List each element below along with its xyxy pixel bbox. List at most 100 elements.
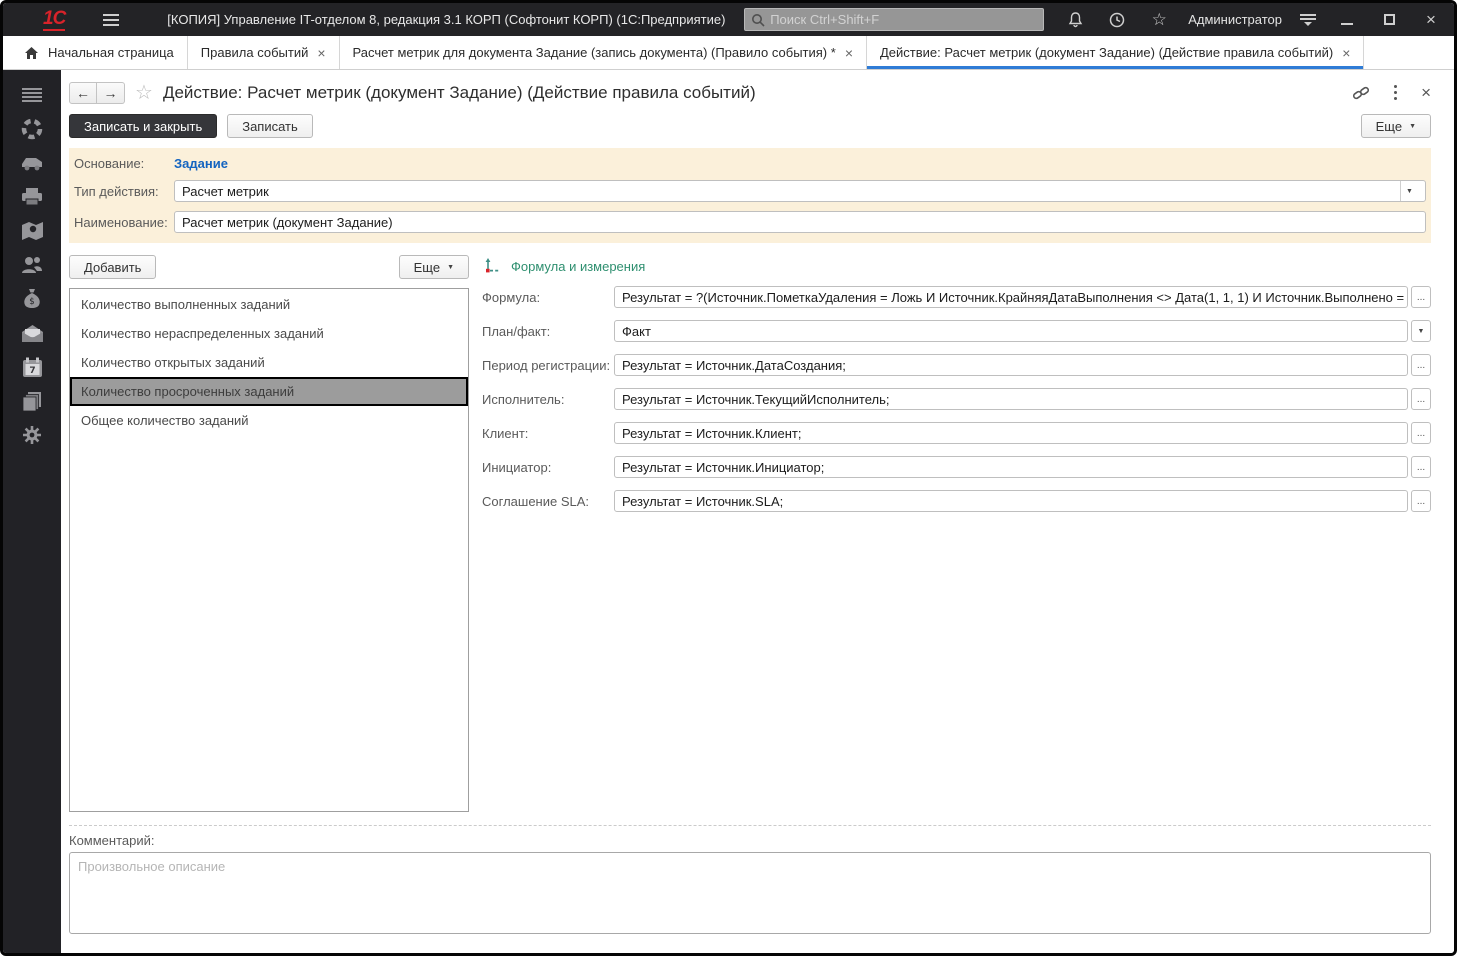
tab[interactable]: Расчет метрик для документа Задание (зап…	[340, 36, 867, 69]
forward-icon[interactable]: →	[97, 82, 125, 104]
formula-row-label: Соглашение SLA:	[482, 494, 614, 509]
tab-close-icon[interactable]: ×	[317, 46, 325, 60]
search-input[interactable]	[770, 12, 1037, 27]
formula-row-field[interactable]: Результат = Источник.Клиент;	[614, 422, 1408, 444]
chevron-down-icon: ▼	[1409, 123, 1416, 130]
ellipsis-button[interactable]: ▼	[1411, 320, 1431, 342]
window-title: [КОПИЯ] Управление IT-отделом 8, редакци…	[167, 12, 725, 27]
name-field[interactable]: Расчет метрик (документ Задание)	[174, 211, 1426, 233]
save-button[interactable]: Записать	[227, 114, 313, 138]
map-icon[interactable]	[20, 220, 44, 242]
mail-icon[interactable]	[20, 322, 44, 344]
ellipsis-button[interactable]: ...	[1411, 456, 1431, 478]
page-title: Действие: Расчет метрик (документ Задани…	[163, 83, 756, 103]
delivery-icon[interactable]	[20, 152, 44, 174]
action-type-field[interactable]: Расчет метрик ▼	[174, 180, 1426, 202]
save-and-close-button[interactable]: Записать и закрыть	[69, 114, 217, 138]
metric-list-item[interactable]: Количество выполненных заданий	[70, 290, 468, 319]
printer-icon[interactable]	[20, 186, 44, 208]
app-window: 1С [КОПИЯ] Управление IT-отделом 8, реда…	[0, 0, 1457, 956]
formula-row-label: Клиент:	[482, 426, 614, 441]
formula-row-field[interactable]: Результат = ?(Источник.ПометкаУдаления =…	[614, 286, 1408, 308]
favorite-star-icon[interactable]: ☆	[135, 80, 153, 105]
users-icon[interactable]	[20, 254, 44, 276]
tab-label: Действие: Расчет метрик (документ Задани…	[880, 45, 1333, 60]
tab[interactable]: Действие: Расчет метрик (документ Задани…	[867, 36, 1364, 69]
minimize-icon[interactable]	[1336, 9, 1358, 31]
global-search[interactable]	[744, 8, 1044, 31]
base-link[interactable]: Задание	[174, 156, 228, 171]
formula-row-field[interactable]: Факт	[614, 320, 1408, 342]
metric-list-item[interactable]: Количество нераспределенных заданий	[70, 319, 468, 348]
tab-close-icon[interactable]: ×	[1342, 46, 1350, 60]
tab-close-icon[interactable]: ×	[845, 46, 853, 60]
formula-row: Соглашение SLA: Результат = Источник.SLA…	[482, 490, 1431, 512]
add-button[interactable]: Добавить	[69, 255, 156, 279]
formula-row-field[interactable]: Результат = Источник.ТекущийИсполнитель;	[614, 388, 1408, 410]
current-user[interactable]: Администратор	[1188, 12, 1282, 27]
back-icon[interactable]: ←	[69, 82, 97, 104]
formula-row-field[interactable]: Результат = Источник.SLA;	[614, 490, 1408, 512]
ellipsis-button[interactable]: ...	[1411, 422, 1431, 444]
formula-row: План/факт: Факт ▼	[482, 320, 1431, 342]
calendar-icon[interactable]: 7	[20, 356, 44, 378]
titlebar: 1С [КОПИЯ] Управление IT-отделом 8, реда…	[3, 3, 1454, 36]
tab-label: Начальная страница	[48, 45, 174, 60]
comment-separator	[69, 825, 1431, 826]
formula-row-label: Формула:	[482, 290, 614, 305]
formula-row-field[interactable]: Результат = Источник.Инициатор;	[614, 456, 1408, 478]
more-button[interactable]: Еще▼	[1361, 114, 1431, 138]
list-more-button[interactable]: Еще▼	[399, 255, 469, 279]
kebab-menu-icon[interactable]	[1394, 91, 1397, 94]
main-menu-icon[interactable]	[103, 14, 119, 26]
close-icon[interactable]: ×	[1420, 9, 1442, 31]
tab-label: Расчет метрик для документа Задание (зап…	[353, 45, 836, 60]
ellipsis-button[interactable]: ...	[1411, 286, 1431, 308]
ellipsis-button[interactable]: ...	[1411, 490, 1431, 512]
name-label: Наименование:	[74, 215, 174, 230]
chevron-down-icon: ▼	[447, 264, 454, 271]
documents-icon[interactable]	[20, 390, 44, 412]
metric-list-item[interactable]: Количество открытых заданий	[70, 348, 468, 377]
bell-icon[interactable]	[1064, 9, 1086, 31]
ellipsis-button[interactable]: ...	[1411, 388, 1431, 410]
menu-lines-icon[interactable]	[20, 84, 44, 106]
money-icon[interactable]: $	[20, 288, 44, 310]
tab[interactable]: Начальная страница ×	[11, 36, 188, 69]
formula-row: Клиент: Результат = Источник.Клиент; ...	[482, 422, 1431, 444]
formula-panel-title: Формула и измерения	[511, 259, 645, 274]
dropdown-icon[interactable]: ▼	[1400, 181, 1418, 201]
favorites-star-icon[interactable]: ☆	[1148, 9, 1170, 31]
formula-row: Инициатор: Результат = Источник.Инициато…	[482, 456, 1431, 478]
comment-label: Комментарий:	[69, 833, 1431, 848]
tab-label: Правила событий	[201, 45, 309, 60]
close-form-icon[interactable]: ×	[1421, 84, 1431, 101]
formula-row: Период регистрации: Результат = Источник…	[482, 354, 1431, 376]
link-icon[interactable]	[1352, 84, 1370, 102]
helpdesk-icon[interactable]	[20, 118, 44, 140]
svg-text:$: $	[29, 297, 34, 307]
settings-icon[interactable]	[20, 424, 44, 446]
action-type-label: Тип действия:	[74, 184, 174, 199]
1c-logo-icon: 1С	[43, 9, 65, 31]
maximize-icon[interactable]	[1378, 9, 1400, 31]
ellipsis-button[interactable]: ...	[1411, 354, 1431, 376]
formula-row-label: Инициатор:	[482, 460, 614, 475]
formula-row: Формула: Результат = ?(Источник.ПометкаУ…	[482, 286, 1431, 308]
formula-row-field[interactable]: Результат = Источник.ДатаСоздания;	[614, 354, 1408, 376]
home-icon	[24, 46, 39, 60]
service-menu-icon[interactable]	[1300, 14, 1316, 26]
search-icon	[751, 13, 765, 27]
formula-rows: Формула: Результат = ?(Источник.ПометкаУ…	[482, 286, 1431, 512]
metric-list-item[interactable]: Общее количество заданий	[70, 406, 468, 435]
tab-bar: Начальная страница × Правила событий × Р…	[3, 36, 1454, 70]
metric-list-item[interactable]: Количество просроченных заданий	[70, 377, 468, 406]
history-icon[interactable]	[1106, 9, 1128, 31]
comment-field[interactable]: Произвольное описание	[69, 852, 1431, 934]
base-label: Основание:	[74, 156, 174, 171]
formula-row: Исполнитель: Результат = Источник.Текущи…	[482, 388, 1431, 410]
base-form: Основание: Задание Тип действия: Расчет …	[69, 148, 1431, 243]
tab[interactable]: Правила событий ×	[188, 36, 340, 69]
axis-icon	[484, 258, 500, 274]
metrics-list: Количество выполненных заданий Количеств…	[69, 288, 469, 812]
